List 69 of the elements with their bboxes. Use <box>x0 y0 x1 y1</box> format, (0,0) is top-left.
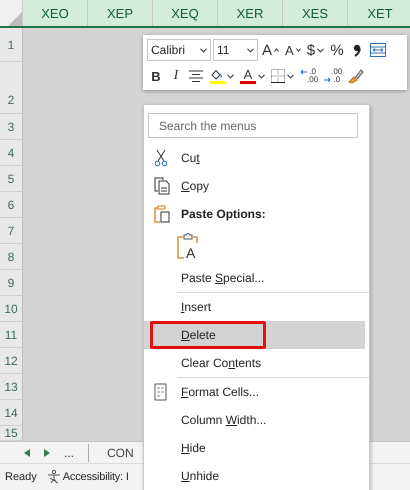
row-header[interactable]: 14 <box>0 400 22 426</box>
row-header[interactable]: 6 <box>0 192 22 218</box>
sheet-tab[interactable]: CON <box>103 446 134 460</box>
arrow-left-icon <box>300 69 307 75</box>
menu-item[interactable]: Cut <box>144 144 365 172</box>
menu-item[interactable]: Unhide <box>144 462 365 490</box>
scroll-right-icon[interactable] <box>44 448 50 456</box>
borders-icon <box>271 69 285 83</box>
menu-item[interactable]: Insert <box>144 293 365 321</box>
chevron-up-icon <box>274 48 280 52</box>
paint-bucket-icon <box>209 68 225 84</box>
italic-button[interactable]: I <box>167 65 185 87</box>
format-cells-icon <box>154 383 168 401</box>
paste-option-button[interactable]: A <box>177 231 201 261</box>
scissors-icon <box>154 149 168 167</box>
column-header[interactable]: XES <box>283 0 348 26</box>
row-header[interactable]: 2 <box>0 62 22 114</box>
font-color-button[interactable]: A <box>238 65 267 87</box>
row-header[interactable]: 13 <box>0 374 22 400</box>
align-center-icon <box>189 70 203 82</box>
status-text: Ready <box>5 471 37 483</box>
font-name-dropdown[interactable]: Calibri <box>147 39 211 61</box>
scroll-left-icon[interactable] <box>24 448 30 456</box>
menu-item[interactable]: Format Cells... <box>144 378 365 406</box>
caret-icon <box>200 48 207 52</box>
font-size-dropdown[interactable]: 11 <box>213 39 258 61</box>
comma-icon <box>353 43 362 57</box>
more-sheets-button[interactable]: ... <box>64 446 74 460</box>
accessibility-icon <box>46 470 61 484</box>
row-header[interactable]: 12 <box>0 348 22 374</box>
paintbrush-icon <box>348 68 364 84</box>
clipboard-icon <box>154 205 170 223</box>
search-field[interactable]: Search the menus <box>148 113 358 138</box>
menu-item[interactable]: Delete <box>144 321 365 349</box>
column-header[interactable]: XEO <box>23 0 88 26</box>
merge-cells-icon <box>370 43 386 57</box>
grow-font-button[interactable]: A <box>260 39 282 61</box>
row-header[interactable]: 11 <box>0 322 22 348</box>
bold-button[interactable]: B <box>147 65 165 87</box>
clipboard-icon <box>177 231 199 259</box>
copy-icon <box>154 177 171 195</box>
menu-section-header: Paste Options: <box>144 200 365 228</box>
accessibility-status[interactable]: Accessibility: I <box>46 470 129 484</box>
menu-item[interactable]: Copy <box>144 172 365 200</box>
column-header[interactable]: XEP <box>88 0 153 26</box>
row-header[interactable]: 8 <box>0 244 22 270</box>
row-header[interactable]: 1 <box>0 28 22 62</box>
arrow-right-icon <box>324 77 332 83</box>
column-header[interactable]: XER <box>218 0 283 26</box>
row-header[interactable]: 10 <box>0 296 22 322</box>
chevron-down-icon <box>296 48 301 52</box>
menu-item[interactable]: Clear Contents <box>144 349 365 377</box>
shrink-font-button[interactable]: A <box>283 39 303 61</box>
currency-button[interactable]: $ <box>304 39 326 61</box>
column-header[interactable]: XEQ <box>153 0 218 26</box>
percent-button[interactable]: % <box>328 39 346 61</box>
decrease-decimal-button[interactable]: .00 .0 <box>322 65 344 87</box>
column-header[interactable]: XET <box>348 0 410 26</box>
row-header[interactable]: 9 <box>0 270 22 296</box>
menu-item[interactable]: Paste Special... <box>144 264 365 292</box>
row-header[interactable]: 5 <box>0 166 22 192</box>
increase-decimal-button[interactable]: .0 .00 <box>298 65 320 87</box>
caret-icon <box>247 48 254 52</box>
row-header[interactable]: 4 <box>0 140 22 166</box>
menu-item[interactable]: Hide <box>144 434 365 462</box>
menu-item[interactable]: Column Width... <box>144 406 365 434</box>
row-header[interactable]: 3 <box>0 114 22 140</box>
row-header[interactable]: 7 <box>0 218 22 244</box>
color-bar-icon <box>240 80 256 84</box>
